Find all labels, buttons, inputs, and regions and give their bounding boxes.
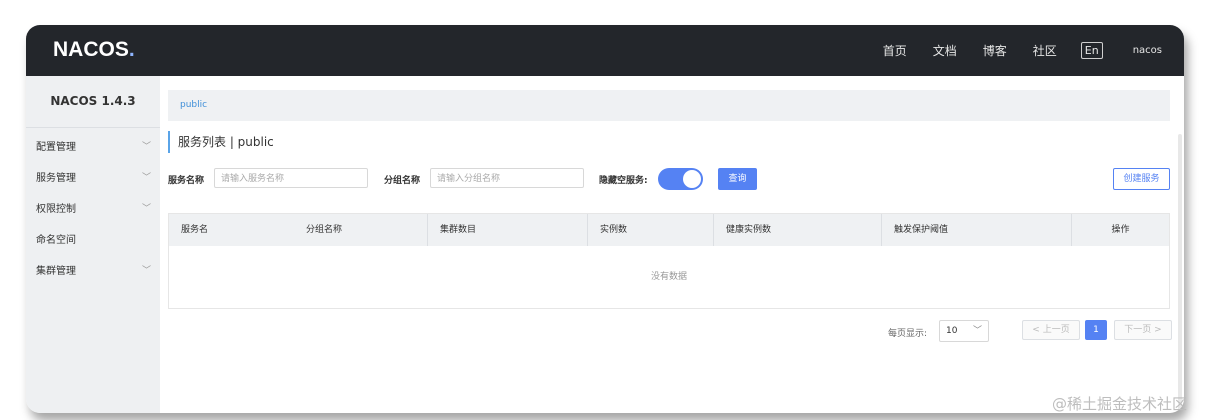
column-header-healthy-instances: 健康实例数 (713, 214, 881, 246)
sidebar-item-cluster-management[interactable]: 集群管理 ﹀ (26, 256, 160, 287)
sidebar-item-config-management[interactable]: 配置管理 ﹀ (26, 132, 160, 163)
service-table: 服务名 分组名称 集群数目 实例数 健康实例数 触发保护阈值 操作 没有数据 (168, 213, 1170, 309)
nav-docs[interactable]: 文档 (933, 42, 957, 59)
group-name-input[interactable]: 请输入分组名称 (430, 168, 584, 188)
chevron-down-icon: ﹀ (141, 204, 151, 214)
sidebar-item-service-management[interactable]: 服务管理 ﹀ (26, 163, 160, 194)
watermark: @稀土掘金技术社区 (1052, 395, 1188, 413)
hide-empty-label: 隐藏空服务: (599, 176, 648, 186)
namespace-bar: public (168, 90, 1170, 121)
chevron-down-icon: ﹀ (972, 326, 982, 336)
toggle-knob (683, 170, 701, 188)
chevron-down-icon: ﹀ (141, 142, 151, 152)
namespace-link-public[interactable]: public (180, 100, 207, 110)
group-name-label: 分组名称 (384, 176, 421, 186)
next-page-button[interactable]: 下一页 > (1114, 320, 1172, 340)
column-header-group-name: 分组名称 (306, 225, 343, 235)
sidebar-item-label: 集群管理 (36, 266, 76, 277)
user-menu[interactable]: nacos (1133, 45, 1162, 56)
page-1-button[interactable]: 1 (1085, 320, 1107, 340)
chevron-down-icon: ﹀ (141, 266, 151, 276)
service-name-input[interactable]: 请输入服务名称 (214, 168, 368, 188)
column-header-cluster-count: 集群数目 (427, 214, 587, 246)
query-button[interactable]: 查询 (718, 168, 757, 190)
nav-blog[interactable]: 博客 (983, 42, 1007, 59)
filter-bar: 服务名称 请输入服务名称 分组名称 请输入分组名称 隐藏空服务: 查询 创建服务 (168, 168, 1178, 190)
service-name-label: 服务名称 (168, 176, 205, 186)
hide-empty-toggle[interactable] (658, 168, 703, 190)
column-header-protect-threshold: 触发保护阈值 (881, 214, 1071, 246)
logo-accent: . (128, 38, 135, 61)
nav-home[interactable]: 首页 (883, 42, 907, 59)
sidebar-item-label: 权限控制 (36, 204, 76, 215)
vertical-scrollbar[interactable] (1178, 134, 1182, 413)
prev-page-button[interactable]: < 上一页 (1022, 320, 1080, 340)
main-content: public 服务列表 | public 服务名称 请输入服务名称 分组名称 请… (160, 76, 1184, 413)
page-title: 服务列表 | public (178, 135, 274, 149)
sidebar-item-label: 服务管理 (36, 173, 76, 184)
sidebar-item-namespace[interactable]: 命名空间 (26, 225, 160, 256)
app-window: NACOS. 首页 文档 博客 社区 En nacos NACOS 1.4.3 … (26, 25, 1184, 413)
logo-text: NACOS (53, 38, 129, 61)
nacos-logo[interactable]: NACOS. (53, 38, 135, 62)
top-nav-links: 首页 文档 博客 社区 En nacos (857, 25, 1162, 76)
per-page-label: 每页显示: (888, 329, 928, 339)
sidebar-item-access-control[interactable]: 权限控制 ﹀ (26, 194, 160, 225)
table-header: 服务名 分组名称 集群数目 实例数 健康实例数 触发保护阈值 操作 (169, 214, 1169, 246)
column-header-service-name: 服务名 (181, 225, 209, 235)
column-header-actions: 操作 (1071, 214, 1169, 246)
sidebar-item-label: 配置管理 (36, 142, 76, 153)
page-title-block: 服务列表 | public (168, 131, 274, 153)
language-switch-button[interactable]: En (1080, 42, 1103, 59)
top-navbar: NACOS. 首页 文档 博客 社区 En nacos (26, 25, 1184, 76)
per-page-value: 10 (946, 326, 958, 336)
create-service-button[interactable]: 创建服务 (1113, 168, 1170, 190)
empty-table-message: 没有数据 (650, 272, 687, 282)
sidebar: NACOS 1.4.3 配置管理 ﹀ 服务管理 ﹀ 权限控制 ﹀ 命名空间 集群… (26, 76, 160, 413)
pagination: 每页显示: 10 ﹀ < 上一页 1 下一页 > (160, 320, 1184, 342)
sidebar-item-label: 命名空间 (36, 235, 76, 246)
column-header-instance-count: 实例数 (587, 214, 713, 246)
per-page-select[interactable]: 10 ﹀ (939, 320, 989, 342)
chevron-down-icon: ﹀ (141, 173, 151, 183)
nav-community[interactable]: 社区 (1033, 42, 1057, 59)
version-label: NACOS 1.4.3 (26, 76, 160, 128)
